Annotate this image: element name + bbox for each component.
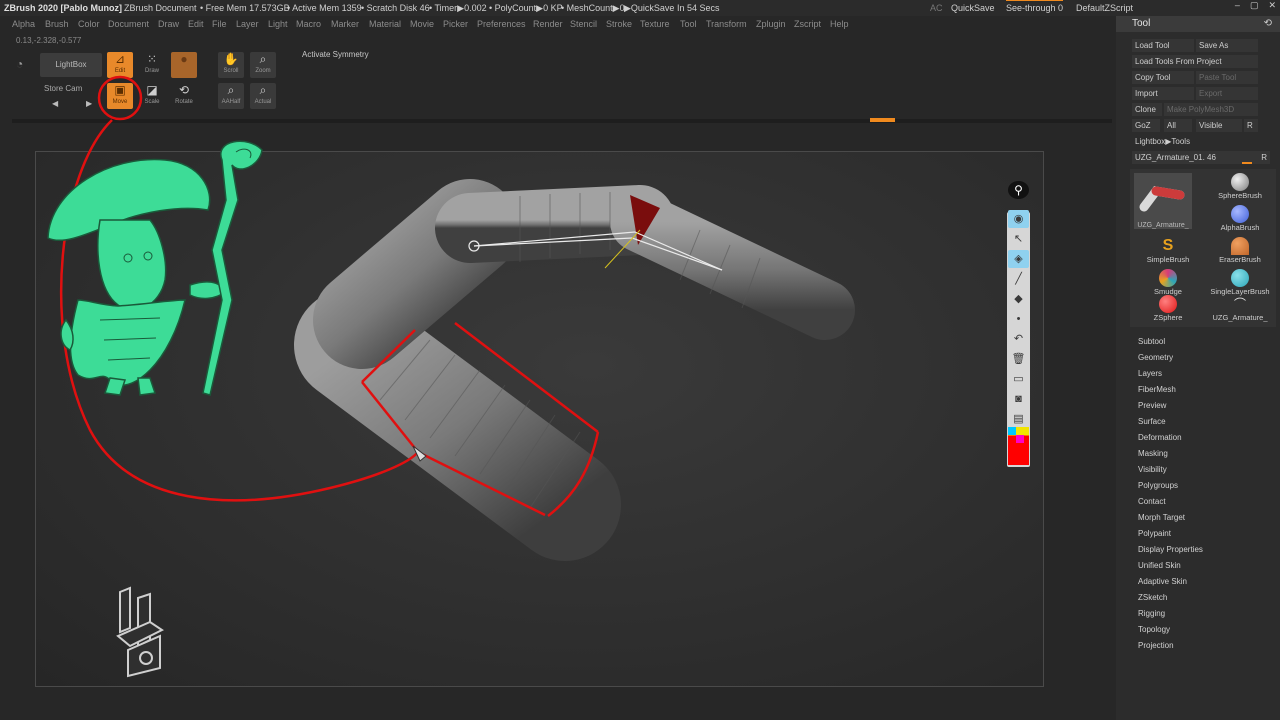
subpalette-layers[interactable]: Layers bbox=[1138, 366, 1274, 382]
monitor-icon[interactable]: ▭ bbox=[1008, 370, 1029, 388]
eraser-icon[interactable]: ◈ bbox=[1008, 250, 1029, 268]
subpalette-rigging[interactable]: Rigging bbox=[1138, 606, 1274, 622]
sphere-brush-icon bbox=[1231, 173, 1249, 191]
save-as-button[interactable]: Save As bbox=[1196, 39, 1258, 52]
current-tool-r[interactable]: R bbox=[1261, 151, 1267, 164]
subpalette-morph-target[interactable]: Morph Target bbox=[1138, 510, 1274, 526]
trash-icon[interactable]: 🗑 bbox=[1008, 350, 1029, 368]
tool-sphere-brush[interactable]: SphereBrush bbox=[1206, 173, 1274, 204]
make-polymesh-button[interactable]: Make PolyMesh3D bbox=[1164, 103, 1258, 116]
tool-armature-small[interactable]: ⌒ UZG_Armature_ bbox=[1206, 295, 1274, 326]
cursor-icon[interactable]: ↖ bbox=[1008, 230, 1029, 248]
erase-tool-icon[interactable]: ◆ bbox=[1008, 290, 1029, 308]
armature-segment-end[interactable] bbox=[610, 192, 855, 340]
camera-icon[interactable]: ◙ bbox=[1008, 390, 1029, 408]
clipboard-icon[interactable]: ▤ bbox=[1008, 410, 1029, 428]
subpalette-polygroups[interactable]: Polygroups bbox=[1138, 478, 1274, 494]
window-controls: – ▢ ✕ bbox=[1235, 0, 1276, 11]
tool-grid: UZG_Armature_ SphereBrush AlphaBrush S S… bbox=[1130, 169, 1276, 327]
goz-visible-button[interactable]: Visible bbox=[1196, 119, 1242, 132]
subpalette-fibermesh[interactable]: FiberMesh bbox=[1138, 382, 1274, 398]
tool-zsphere[interactable]: ZSphere bbox=[1134, 295, 1202, 326]
simple-brush-icon: S bbox=[1162, 237, 1174, 254]
subpalette-adaptive-skin[interactable]: Adaptive Skin bbox=[1138, 574, 1274, 590]
tool-palette: Tool ⟲ Load Tool Save As Load Tools From… bbox=[1116, 16, 1280, 720]
import-button[interactable]: Import bbox=[1132, 87, 1194, 100]
single-layer-brush-icon bbox=[1231, 269, 1249, 287]
clone-button[interactable]: Clone bbox=[1132, 103, 1162, 116]
tool-palette-title: Tool bbox=[1132, 18, 1151, 29]
undo-icon[interactable]: ↶ bbox=[1008, 330, 1029, 348]
subpalette-surface[interactable]: Surface bbox=[1138, 414, 1274, 430]
smudge-icon bbox=[1159, 269, 1177, 287]
current-tool-slider[interactable]: UZG_Armature_01. 46 R bbox=[1132, 151, 1270, 164]
close-icon[interactable]: ✕ bbox=[1268, 0, 1276, 11]
subpalette-unified-skin[interactable]: Unified Skin bbox=[1138, 558, 1274, 574]
eye-icon[interactable]: ◉ bbox=[1008, 210, 1029, 228]
alpha-brush-icon bbox=[1231, 205, 1249, 223]
brush-icon[interactable]: ╱ bbox=[1008, 270, 1029, 288]
subpalette-subtool[interactable]: Subtool bbox=[1138, 334, 1274, 350]
tool-simple-brush[interactable]: S SimpleBrush bbox=[1134, 237, 1202, 268]
goz-all-button[interactable]: All bbox=[1164, 119, 1192, 132]
annotation-circle bbox=[97, 75, 143, 121]
palette-settings-icon[interactable]: ⟲ bbox=[1264, 16, 1272, 32]
subpalette-polypaint[interactable]: Polypaint bbox=[1138, 526, 1274, 542]
goz-r-button[interactable]: R bbox=[1244, 119, 1258, 132]
tool-thumb-armature-large[interactable]: UZG_Armature_ bbox=[1134, 173, 1192, 229]
armature-thumb-icon bbox=[1139, 186, 1185, 212]
scene-overlay bbox=[47, 75, 855, 678]
subpalette-contact[interactable]: Contact bbox=[1138, 494, 1274, 510]
subpalette-visibility[interactable]: Visibility bbox=[1138, 462, 1274, 478]
dot-icon[interactable]: • bbox=[1008, 310, 1029, 328]
current-tool-slider-bar bbox=[1242, 162, 1252, 164]
load-tools-from-project-button[interactable]: Load Tools From Project bbox=[1132, 55, 1258, 68]
subpalette-projection[interactable]: Projection bbox=[1138, 638, 1274, 654]
zbrush-logo-icon bbox=[116, 586, 164, 678]
paste-tool-button[interactable]: Paste Tool bbox=[1196, 71, 1258, 84]
tool-subpalettes: Subtool Geometry Layers FiberMesh Previe… bbox=[1138, 334, 1274, 654]
subpalette-topology[interactable]: Topology bbox=[1138, 622, 1274, 638]
export-button[interactable]: Export bbox=[1196, 87, 1258, 100]
minimize-icon[interactable]: – bbox=[1235, 0, 1240, 11]
color-swatch-magenta bbox=[1016, 435, 1024, 443]
subpalette-geometry[interactable]: Geometry bbox=[1138, 350, 1274, 366]
lightbox-tools-button[interactable]: Lightbox▶Tools bbox=[1132, 135, 1270, 148]
subpalette-display-properties[interactable]: Display Properties bbox=[1138, 542, 1274, 558]
zsphere-icon bbox=[1159, 295, 1177, 313]
armature-segment-lower[interactable] bbox=[294, 289, 621, 561]
subpalette-zsketch[interactable]: ZSketch bbox=[1138, 590, 1274, 606]
load-tool-button[interactable]: Load Tool bbox=[1132, 39, 1194, 52]
subpalette-preview[interactable]: Preview bbox=[1138, 398, 1274, 414]
viewport-toolbar: ◉ ↖ ◈ ╱ ◆ • ↶ 🗑 ▭ ◙ ▤ bbox=[1007, 179, 1030, 469]
zbrush-window: ZBrush 2020 [Pablo Munoz] ZBrush Documen… bbox=[0, 0, 1280, 720]
armature-small-icon: ⌒ bbox=[1233, 297, 1246, 311]
tool-eraser-brush[interactable]: EraserBrush bbox=[1206, 237, 1274, 268]
pin-icon[interactable]: ⚲ bbox=[1008, 181, 1029, 199]
mushroom-character-sketch bbox=[47, 140, 263, 396]
color-swatch-cyan bbox=[1008, 427, 1016, 435]
color-swatch[interactable] bbox=[1008, 427, 1029, 465]
tool-palette-header[interactable]: Tool ⟲ bbox=[1116, 16, 1280, 32]
goz-button[interactable]: GoZ bbox=[1132, 119, 1160, 132]
tool-alpha-brush[interactable]: AlphaBrush bbox=[1206, 205, 1274, 236]
subpalette-masking[interactable]: Masking bbox=[1138, 446, 1274, 462]
copy-tool-button[interactable]: Copy Tool bbox=[1132, 71, 1194, 84]
eraser-brush-icon bbox=[1231, 237, 1249, 255]
maximize-icon[interactable]: ▢ bbox=[1250, 0, 1259, 11]
subpalette-deformation[interactable]: Deformation bbox=[1138, 430, 1274, 446]
current-tool-name: UZG_Armature_01. 46 bbox=[1135, 153, 1216, 162]
